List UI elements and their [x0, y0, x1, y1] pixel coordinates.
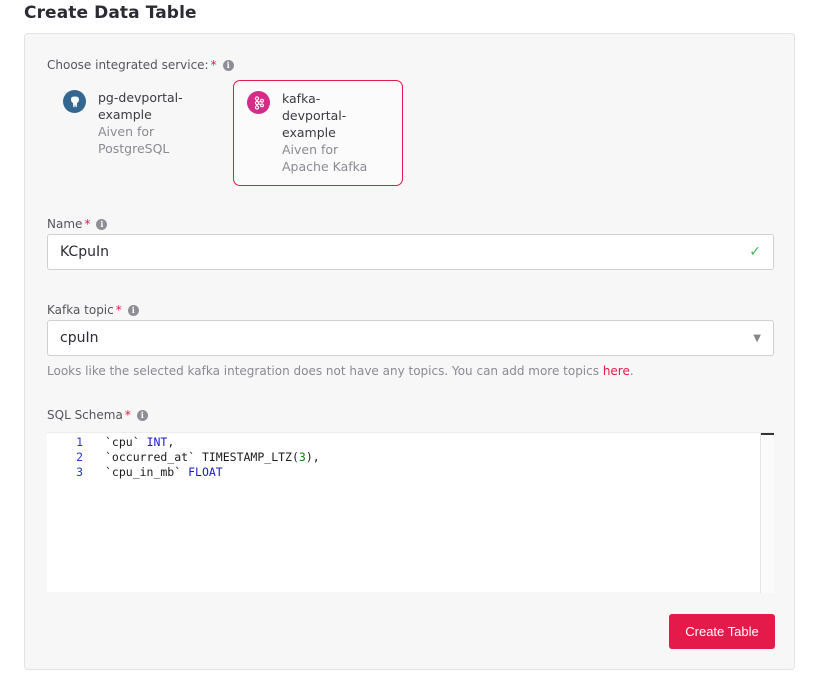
service-name: kafka- — [282, 91, 321, 106]
name-input[interactable]: KCpuIn ✓ — [47, 234, 774, 270]
service-type: Aiven for — [282, 142, 339, 157]
column-type: FLOAT — [188, 465, 223, 479]
kafka-topic-label-text: Kafka topic — [47, 303, 114, 317]
helper-period: . — [629, 364, 634, 378]
service-type: Apache Kafka — [282, 159, 368, 174]
required-mark: * — [124, 408, 131, 422]
type-argument: 3 — [298, 450, 306, 464]
required-mark: * — [115, 303, 122, 317]
column-type: TIMESTAMP_LTZ( — [201, 450, 299, 464]
editor-scrollbar[interactable] — [760, 433, 774, 593]
line-number: 2 — [76, 450, 83, 464]
service-option-pg-devportal[interactable]: pg-devportal- example Aiven for PostgreS… — [63, 80, 203, 157]
service-label: Choose integrated service: * i — [47, 58, 234, 72]
create-table-button[interactable]: Create Table — [669, 614, 775, 649]
name-input-value: KCpuIn — [60, 244, 109, 260]
name-label: Name * i — [47, 217, 108, 231]
code-suffix: ), — [305, 450, 320, 464]
postgresql-elephant-icon — [63, 90, 86, 113]
sql-schema-label: SQL Schema * i — [47, 408, 148, 422]
sql-schema-label-text: SQL Schema — [47, 408, 123, 422]
line-number: 1 — [76, 435, 83, 449]
kafka-icon — [247, 91, 270, 114]
service-name: pg-devportal- — [98, 90, 183, 105]
chevron-down-icon: ▼ — [753, 332, 761, 344]
code-line: 1 `cpu` INT, — [47, 435, 174, 450]
kafka-topic-select[interactable]: cpuIn ▼ — [47, 320, 774, 356]
kafka-topic-label: Kafka topic * i — [47, 303, 139, 317]
code-suffix: , — [167, 435, 175, 449]
column-name: `cpu` — [105, 435, 140, 449]
required-mark: * — [84, 217, 91, 231]
code-line: 2 `occurred_at` TIMESTAMP_LTZ(3), — [47, 450, 320, 465]
name-label-text: Name — [47, 217, 83, 231]
create-table-form: Choose integrated service: * i pg-devpor… — [24, 33, 795, 670]
service-label-text: Choose integrated service: — [47, 58, 209, 72]
column-type: INT — [146, 435, 168, 449]
kafka-topic-helper: Looks like the selected kafka integratio… — [47, 364, 634, 378]
service-name: example — [282, 125, 336, 140]
info-icon[interactable]: i — [96, 218, 108, 230]
service-type: Aiven for — [98, 124, 155, 139]
required-mark: * — [210, 58, 217, 72]
kafka-topic-value: cpuIn — [60, 330, 99, 346]
code-line: 3 `cpu_in_mb` FLOAT — [47, 465, 223, 480]
column-name: `occurred_at` — [105, 450, 196, 464]
service-name: devportal- — [282, 108, 347, 123]
helper-text: Looks like the selected kafka integratio… — [47, 364, 603, 378]
add-topics-link[interactable]: here — [603, 364, 630, 378]
page-title: Create Data Table — [24, 3, 197, 23]
service-type: PostgreSQL — [98, 141, 170, 156]
info-icon[interactable]: i — [136, 409, 148, 421]
service-name: example — [98, 107, 152, 122]
line-number: 3 — [76, 465, 83, 479]
service-option-kafka-devportal[interactable]: kafka- devportal- example Aiven for Apac… — [233, 80, 403, 186]
sql-schema-editor[interactable]: 1 `cpu` INT, 2 `occurred_at` TIMESTAMP_L… — [47, 432, 774, 593]
info-icon[interactable]: i — [222, 59, 234, 71]
column-name: `cpu_in_mb` — [105, 465, 182, 479]
info-icon[interactable]: i — [127, 304, 139, 316]
check-icon: ✓ — [749, 244, 761, 260]
